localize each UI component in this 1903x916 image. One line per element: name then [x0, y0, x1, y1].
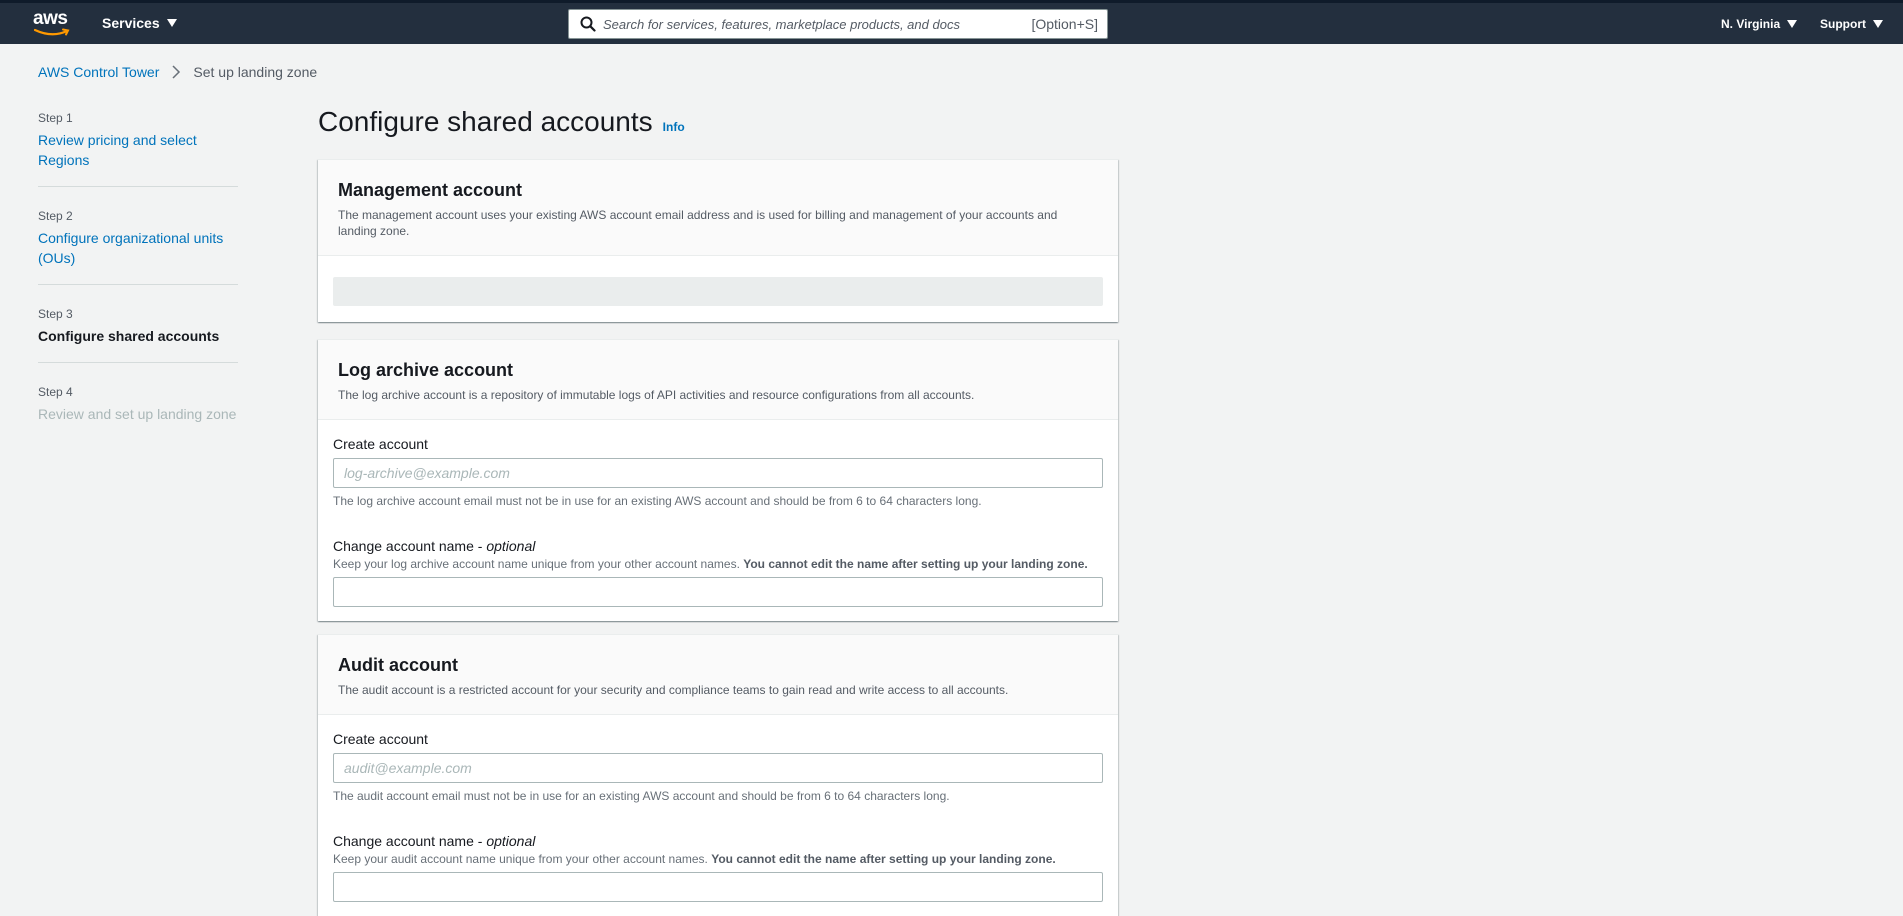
account-name-label-text: Change account name - — [333, 833, 487, 849]
panel-body: Create account The audit account email m… — [318, 715, 1118, 916]
log-archive-account-panel: Log archive account The log archive acco… — [318, 339, 1118, 621]
caret-down-icon — [166, 19, 177, 27]
account-name-warning: You cannot edit the name after setting u… — [711, 852, 1056, 866]
panel-header: Log archive account The log archive acco… — [318, 340, 1118, 420]
audit-email-input[interactable] — [333, 753, 1103, 783]
account-name-description: Keep your log archive account name uniqu… — [333, 557, 1103, 571]
breadcrumb-current: Set up landing zone — [193, 64, 318, 80]
email-hint: The log archive account email must not b… — [333, 494, 982, 508]
info-link[interactable]: Info — [663, 120, 685, 134]
panel-body: Create account The log archive account e… — [318, 420, 1118, 621]
search-bar[interactable]: [Option+S] — [568, 9, 1108, 39]
panel-title: Management account — [338, 180, 523, 200]
log-archive-name-input[interactable] — [333, 577, 1103, 607]
panel-description: The management account uses your existin… — [338, 208, 1058, 238]
management-account-panel: Management account The management accoun… — [318, 159, 1118, 322]
region-selector[interactable]: N. Virginia — [1721, 17, 1798, 31]
wizard-step-1: Step 1 Review pricing and select Regions — [38, 111, 238, 187]
email-hint: The audit account email must not be in u… — [333, 789, 950, 803]
audit-account-panel: Audit account The audit account is a res… — [318, 634, 1118, 916]
aws-smile-icon — [34, 28, 70, 36]
step-3-current: Configure shared accounts — [38, 328, 220, 344]
caret-down-icon — [1873, 20, 1883, 28]
support-menu[interactable]: Support — [1820, 17, 1883, 31]
services-label: Services — [102, 15, 160, 31]
optional-label: optional — [486, 538, 536, 554]
step-4-disabled: Review and set up landing zone — [38, 406, 237, 422]
step-1-link[interactable]: Review pricing and select Regions — [38, 130, 238, 170]
page-header: Configure shared accounts Info — [318, 106, 685, 138]
account-name-description: Keep your audit account name unique from… — [333, 852, 1103, 866]
optional-label: optional — [486, 833, 536, 849]
account-name-label-text: Change account name - — [333, 538, 487, 554]
page-title: Configure shared accounts — [318, 106, 653, 137]
chevron-right-icon — [172, 65, 181, 79]
breadcrumb: AWS Control Tower Set up landing zone — [38, 64, 317, 80]
wizard-step-3: Step 3 Configure shared accounts — [38, 307, 238, 363]
search-icon — [573, 10, 603, 38]
panel-header: Management account The management accoun… — [318, 160, 1118, 256]
support-label: Support — [1820, 17, 1866, 31]
step-2-link[interactable]: Configure organizational units (OUs) — [38, 228, 238, 268]
breadcrumb-control-tower-link[interactable]: AWS Control Tower — [38, 64, 159, 80]
create-account-label: Create account — [333, 731, 428, 747]
panel-header: Audit account The audit account is a res… — [318, 635, 1118, 715]
wizard-step-2: Step 2 Configure organizational units (O… — [38, 209, 238, 285]
services-menu[interactable]: Services — [102, 15, 177, 31]
caret-down-icon — [1787, 20, 1798, 28]
audit-name-input[interactable] — [333, 872, 1103, 902]
region-label: N. Virginia — [1721, 17, 1781, 31]
panel-description: The log archive account is a repository … — [338, 388, 975, 402]
account-name-desc-text: Keep your audit account name unique from… — [333, 852, 712, 866]
loading-placeholder — [333, 277, 1103, 306]
log-archive-email-input[interactable] — [333, 458, 1103, 488]
panel-title: Log archive account — [338, 360, 514, 380]
aws-logo-text: aws — [33, 8, 68, 29]
account-name-warning: You cannot edit the name after setting u… — [743, 557, 1088, 571]
wizard-step-4: Step 4 Review and set up landing zone — [38, 385, 238, 440]
account-name-label: Change account name - optional — [333, 538, 1103, 554]
panel-title: Audit account — [338, 655, 458, 675]
step-number: Step 2 — [38, 209, 73, 223]
top-nav-bar: aws Services [Option+S] N. Virginia Supp… — [0, 0, 1903, 44]
search-input[interactable] — [603, 16, 1032, 32]
aws-logo[interactable]: aws — [33, 8, 73, 38]
panel-description: The audit account is a restricted accoun… — [338, 683, 1009, 697]
account-name-desc-text: Keep your log archive account name uniqu… — [333, 557, 744, 571]
step-number: Step 3 — [38, 307, 73, 321]
panel-body — [318, 256, 1118, 322]
create-account-label: Create account — [333, 436, 428, 452]
step-number: Step 1 — [38, 111, 73, 125]
search-shortcut-hint: [Option+S] — [1031, 16, 1098, 32]
wizard-steps: Step 1 Review pricing and select Regions… — [38, 111, 238, 462]
step-number: Step 4 — [38, 385, 73, 399]
account-name-label: Change account name - optional — [333, 833, 1103, 849]
